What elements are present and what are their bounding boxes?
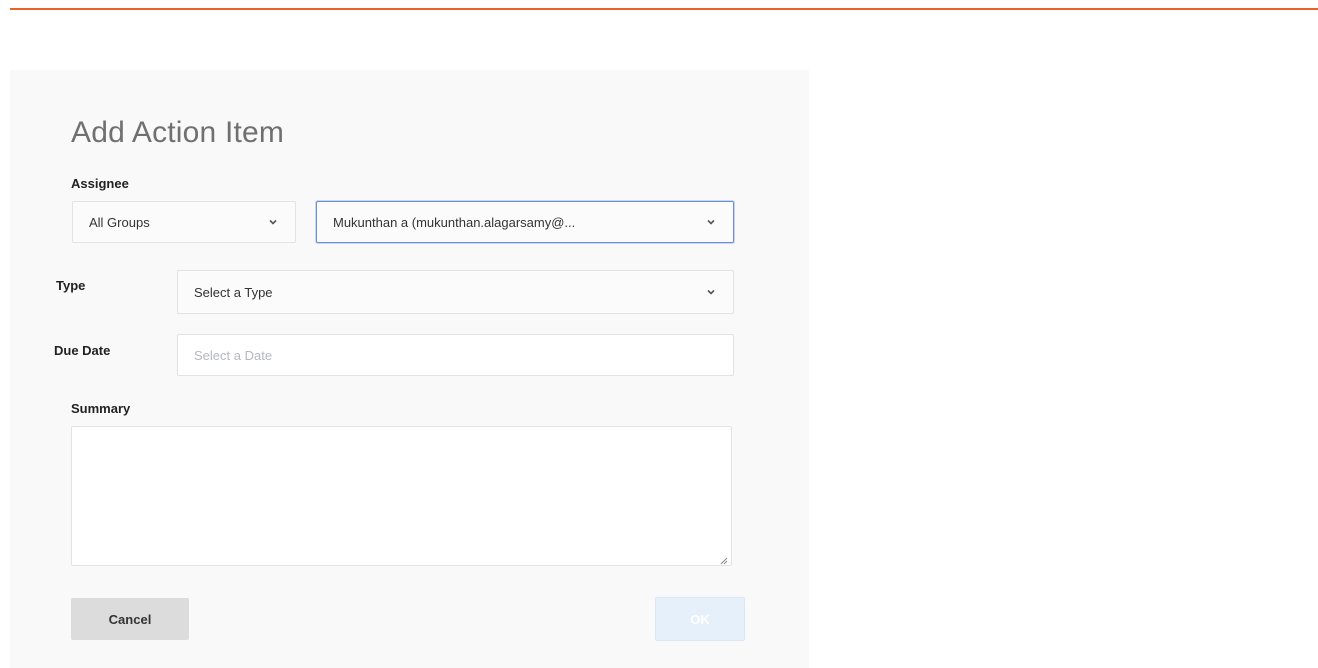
type-select-value: Select a Type [194,284,273,300]
assignee-user-select[interactable]: Mukunthan a (mukunthan.alagarsamy@... [316,201,734,243]
due-date-label: Due Date [54,343,111,358]
due-date-input[interactable]: Select a Date [177,334,734,376]
summary-textarea[interactable] [71,426,732,566]
type-label: Type [56,278,86,293]
assignee-user-select-value: Mukunthan a (mukunthan.alagarsamy@... [333,214,576,230]
due-date-placeholder: Select a Date [194,347,273,363]
chevron-down-icon [705,286,717,298]
add-action-item-dialog: Add Action Item Assignee All Groups Muku… [10,70,809,668]
cancel-button[interactable]: Cancel [71,598,189,640]
dialog-title: Add Action Item [71,116,285,149]
group-select[interactable]: All Groups [72,201,296,243]
resize-handle-icon[interactable] [718,552,728,565]
type-select[interactable]: Select a Type [177,270,734,314]
header-accent-rule [10,8,1318,10]
ok-button[interactable]: OK [655,597,745,641]
summary-label: Summary [71,401,131,416]
group-select-value: All Groups [89,214,150,230]
chevron-down-icon [267,216,279,228]
assignee-label: Assignee [71,176,129,191]
chevron-down-icon [705,216,717,228]
